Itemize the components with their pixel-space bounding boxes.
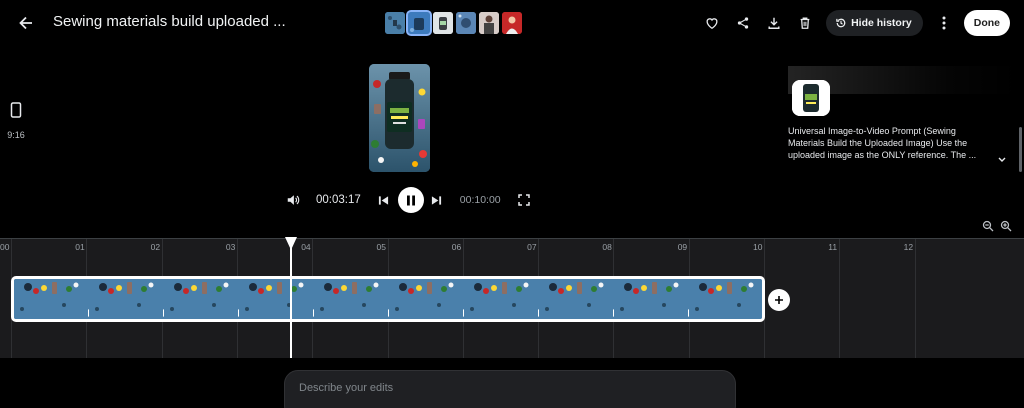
video-preview[interactable] bbox=[369, 64, 430, 172]
timeline-tick-label: 01 bbox=[75, 242, 85, 252]
playhead[interactable] bbox=[290, 238, 292, 358]
add-clip-button[interactable] bbox=[768, 289, 790, 311]
pause-icon bbox=[406, 195, 415, 205]
skip-next-icon bbox=[432, 195, 442, 205]
timeline[interactable]: 00 01 02 03 04 05 06 07 08 09 10 11 12 bbox=[0, 238, 1024, 358]
share-button[interactable] bbox=[730, 10, 756, 36]
pause-button[interactable] bbox=[397, 187, 424, 213]
timeline-tick-label: 00 bbox=[0, 242, 10, 252]
next-button[interactable] bbox=[430, 195, 444, 206]
header-actions: Hide history Done bbox=[694, 10, 1010, 36]
clip-frame bbox=[464, 279, 543, 319]
thumbnail-6[interactable] bbox=[502, 12, 522, 34]
timeline-gridline bbox=[839, 239, 841, 358]
clip-frame bbox=[314, 279, 393, 319]
phone-portrait-icon bbox=[10, 102, 22, 118]
trash-icon bbox=[800, 17, 810, 29]
history-thumbnail[interactable] bbox=[792, 80, 830, 116]
timeline-tick-label: 07 bbox=[527, 242, 537, 252]
timeline-tick-label: 03 bbox=[225, 242, 236, 252]
thumbnail-4[interactable] bbox=[456, 12, 476, 34]
variation-thumbnails bbox=[385, 10, 522, 36]
preview-artwork bbox=[369, 64, 430, 172]
timeline-tick-label: 12 bbox=[903, 242, 914, 252]
clip-frame bbox=[614, 279, 693, 319]
timeline-tick-label: 06 bbox=[451, 242, 462, 252]
fullscreen-button[interactable] bbox=[517, 194, 531, 206]
timeline-tick-label: 08 bbox=[602, 242, 612, 252]
hide-history-label: Hide history bbox=[851, 17, 912, 29]
aspect-ratio-label: 9:16 bbox=[7, 130, 25, 140]
arrow-left-icon bbox=[19, 16, 32, 30]
expand-history-button[interactable] bbox=[998, 150, 1006, 168]
clip-frame bbox=[14, 279, 93, 319]
zoom-out-button[interactable] bbox=[982, 220, 994, 232]
timeline-gridline bbox=[914, 239, 916, 358]
download-icon bbox=[768, 17, 780, 29]
timeline-tick-label: 05 bbox=[376, 242, 386, 252]
history-thumbnail-art bbox=[792, 80, 830, 116]
timeline-zoom-controls bbox=[982, 220, 1012, 232]
thumbnail-5[interactable] bbox=[479, 12, 499, 34]
timeline-tick-label: 10 bbox=[753, 242, 763, 252]
chevron-down-icon bbox=[998, 157, 1006, 162]
zoom-in-icon bbox=[1000, 220, 1012, 232]
delete-button[interactable] bbox=[792, 10, 818, 36]
skip-previous-icon bbox=[379, 195, 389, 205]
clip-frame bbox=[239, 279, 318, 319]
done-button[interactable]: Done bbox=[963, 10, 1010, 36]
page-title: Sewing materials build uploaded ... bbox=[53, 13, 286, 30]
thumbnail-2[interactable] bbox=[406, 10, 432, 36]
clip-filmstrip bbox=[14, 279, 762, 319]
clip-frame bbox=[539, 279, 618, 319]
heart-icon bbox=[706, 18, 718, 30]
total-time: 00:10:00 bbox=[459, 194, 501, 206]
previous-button[interactable] bbox=[377, 195, 391, 206]
more-options-button[interactable] bbox=[931, 10, 957, 36]
clip-frame bbox=[389, 279, 468, 319]
volume-icon bbox=[287, 195, 300, 205]
thumbnail-1[interactable] bbox=[385, 12, 405, 34]
zoom-in-button[interactable] bbox=[1000, 220, 1012, 232]
hide-history-button[interactable]: Hide history bbox=[826, 10, 923, 36]
plus-icon bbox=[775, 296, 783, 304]
edit-prompt-box bbox=[284, 370, 736, 408]
current-time: 00:03:17 bbox=[316, 194, 361, 206]
playhead-handle[interactable] bbox=[285, 237, 297, 250]
timeline-tick-label: 09 bbox=[677, 242, 688, 252]
timeline-tick-label: 02 bbox=[150, 242, 161, 252]
history-icon bbox=[836, 18, 846, 28]
timeline-tick-label: 04 bbox=[301, 242, 311, 252]
fullscreen-icon bbox=[517, 194, 530, 206]
top-bar: Sewing materials build uploaded ... Hide… bbox=[0, 0, 1024, 46]
clip-frame bbox=[164, 279, 243, 319]
history-scrollbar[interactable] bbox=[1019, 127, 1022, 172]
back-button[interactable] bbox=[14, 11, 38, 35]
clip-frame bbox=[689, 279, 762, 319]
volume-button[interactable] bbox=[283, 193, 303, 207]
video-clip[interactable] bbox=[11, 276, 765, 322]
thumbnail-3[interactable] bbox=[433, 12, 453, 34]
history-prompt-text: Universal Image-to-Video Prompt (Sewing … bbox=[788, 126, 977, 160]
aspect-ratio-button[interactable]: 9:16 bbox=[4, 102, 28, 140]
clip-frame bbox=[89, 279, 168, 319]
download-button[interactable] bbox=[761, 10, 787, 36]
zoom-out-icon bbox=[982, 220, 994, 232]
favorite-button[interactable] bbox=[699, 10, 725, 36]
more-vert-icon bbox=[942, 16, 946, 30]
describe-edits-input[interactable] bbox=[299, 382, 719, 394]
playback-controls: 00:03:17 00:10:00 bbox=[283, 187, 531, 213]
timeline-tick-label: 11 bbox=[828, 242, 838, 252]
share-icon bbox=[737, 17, 749, 29]
